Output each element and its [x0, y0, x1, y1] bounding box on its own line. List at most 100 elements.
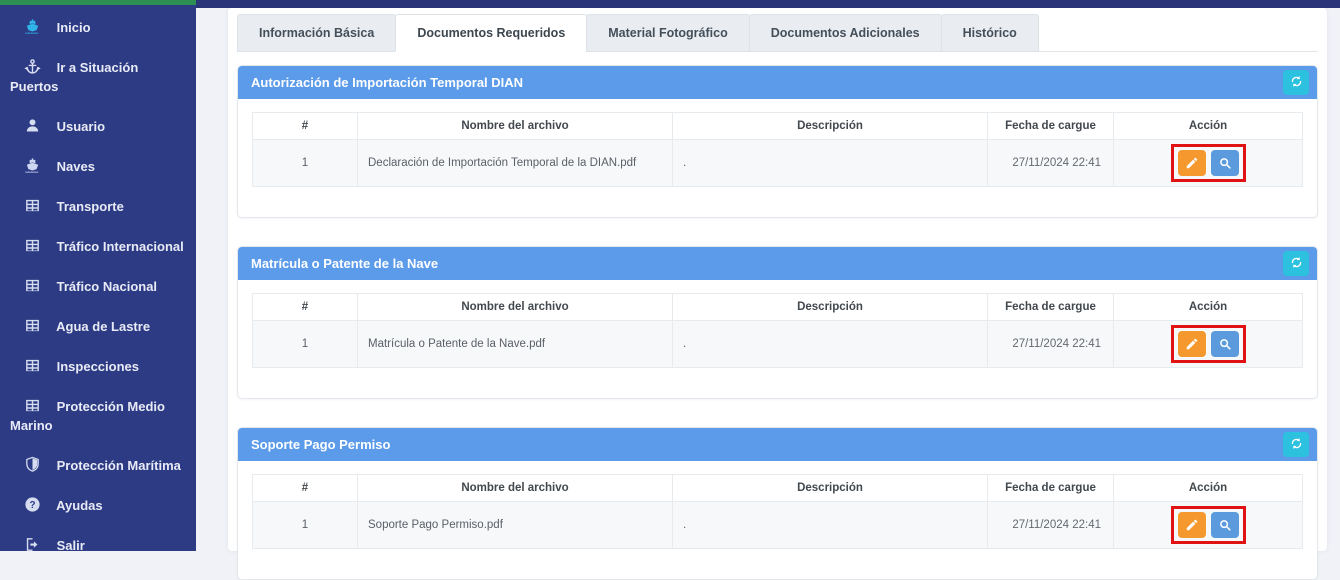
sidebar: Inicio Ir a Situación Puertos Usuario Na…	[0, 5, 196, 551]
tab-documentos-adicionales[interactable]: Documentos Adicionales	[749, 14, 942, 52]
column-header: Fecha de cargue	[988, 294, 1114, 321]
panel-title: Soporte Pago Permiso	[251, 437, 1283, 452]
action-cell	[1114, 140, 1303, 187]
exit-icon	[24, 536, 41, 551]
documents-table: #Nombre del archivoDescripciónFecha de c…	[252, 112, 1303, 187]
panel-body: #Nombre del archivoDescripciónFecha de c…	[238, 280, 1317, 398]
column-header: Descripción	[673, 475, 988, 502]
content-card: Información Básica Documentos Requeridos…	[228, 8, 1327, 551]
description-cell: .	[673, 502, 988, 549]
search-icon	[1218, 337, 1232, 351]
sidebar-item-trafico-internacional[interactable]: Tráfico Internacional	[0, 227, 196, 267]
sidebar-item-trafico-nacional[interactable]: Tráfico Nacional	[0, 267, 196, 307]
sidebar-item-transporte[interactable]: Transporte	[0, 187, 196, 227]
table-icon	[24, 397, 41, 414]
edit-button[interactable]	[1178, 331, 1206, 357]
sidebar-item-inicio[interactable]: Inicio	[0, 8, 196, 48]
sidebar-item-salir[interactable]: Salir	[0, 526, 196, 551]
file-name-cell: Declaración de Importación Temporal de l…	[358, 140, 673, 187]
table-icon	[24, 197, 41, 214]
panel-autorizacion-de-importacion-temporal-dian: Autorización de Importación Temporal DIA…	[237, 65, 1318, 218]
column-header: Nombre del archivo	[358, 475, 673, 502]
panel-soporte-pago-permiso: Soporte Pago Permiso #Nombre del archivo…	[237, 427, 1318, 580]
sidebar-item-label: Inspecciones	[57, 359, 139, 374]
refresh-icon	[1289, 255, 1304, 273]
action-cell	[1114, 502, 1303, 549]
column-header: #	[253, 294, 358, 321]
shield-icon	[24, 456, 41, 473]
tab-documentos-requeridos[interactable]: Documentos Requeridos	[395, 14, 587, 52]
sidebar-item-label: Agua de Lastre	[56, 319, 150, 334]
column-header: #	[253, 475, 358, 502]
edit-button[interactable]	[1178, 150, 1206, 176]
question-icon: ?	[24, 496, 41, 513]
column-header: Descripción	[673, 294, 988, 321]
sidebar-item-label: Transporte	[57, 199, 124, 214]
pencil-icon	[1185, 518, 1199, 532]
column-header: Fecha de cargue	[988, 113, 1114, 140]
column-header: Fecha de cargue	[988, 475, 1114, 502]
pencil-icon	[1185, 337, 1199, 351]
ship-icon	[24, 18, 41, 35]
sidebar-item-proteccion-medio-marino[interactable]: Protección Medio Marino	[0, 387, 196, 446]
topbar-green-strip	[0, 0, 196, 5]
anchor-icon	[24, 58, 41, 75]
file-name-cell: Soporte Pago Permiso.pdf	[358, 502, 673, 549]
action-cell	[1114, 321, 1303, 368]
sidebar-item-inspecciones[interactable]: Inspecciones	[0, 347, 196, 387]
panel-body: #Nombre del archivoDescripciónFecha de c…	[238, 99, 1317, 217]
view-button[interactable]	[1211, 331, 1239, 357]
sidebar-item-label: Inicio	[57, 20, 91, 35]
description-cell: .	[673, 140, 988, 187]
row-number-cell: 1	[253, 321, 358, 368]
sidebar-item-proteccion-maritima[interactable]: Protección Marítima	[0, 446, 196, 486]
tab-historico[interactable]: Histórico	[941, 14, 1039, 52]
red-highlight-box	[1171, 325, 1246, 363]
view-button[interactable]	[1211, 512, 1239, 538]
table-row: 1 Soporte Pago Permiso.pdf . 27/11/2024 …	[253, 502, 1303, 549]
refresh-button[interactable]	[1283, 70, 1309, 95]
panel-title: Matrícula o Patente de la Nave	[251, 256, 1283, 271]
column-header: Nombre del archivo	[358, 294, 673, 321]
refresh-button[interactable]	[1283, 251, 1309, 276]
sidebar-item-usuario[interactable]: Usuario	[0, 107, 196, 147]
sidebar-menu: Inicio Ir a Situación Puertos Usuario Na…	[0, 5, 196, 551]
panel-matricula-o-patente-de-la-nave: Matrícula o Patente de la Nave #Nombre d…	[237, 246, 1318, 399]
sidebar-item-label: Tráfico Nacional	[57, 279, 157, 294]
sidebar-item-label: Protección Marítima	[57, 458, 181, 473]
topbar-navy-strip	[196, 0, 1340, 8]
sidebar-item-agua-de-lastre[interactable]: Agua de Lastre	[0, 307, 196, 347]
table-icon	[24, 237, 41, 254]
edit-button[interactable]	[1178, 512, 1206, 538]
tab-material-fotografico[interactable]: Material Fotográfico	[586, 14, 749, 52]
refresh-icon	[1289, 436, 1304, 454]
red-highlight-box	[1171, 144, 1246, 182]
column-header: Acción	[1114, 113, 1303, 140]
upload-date-cell: 27/11/2024 22:41	[988, 321, 1114, 368]
row-number-cell: 1	[253, 502, 358, 549]
user-icon	[24, 117, 41, 134]
refresh-button[interactable]	[1283, 432, 1309, 457]
sidebar-item-label: Naves	[57, 159, 95, 174]
panels-container: Autorización de Importación Temporal DIA…	[237, 52, 1318, 580]
sidebar-item-ir-a-situacion-puertos[interactable]: Ir a Situación Puertos	[0, 48, 196, 107]
panel-header: Soporte Pago Permiso	[238, 428, 1317, 461]
sidebar-item-label: Tráfico Internacional	[57, 239, 184, 254]
sidebar-item-label: Salir	[57, 538, 85, 551]
search-icon	[1218, 156, 1232, 170]
svg-text:?: ?	[29, 500, 35, 511]
column-header: Acción	[1114, 294, 1303, 321]
table-icon	[24, 357, 41, 374]
table-header-row: #Nombre del archivoDescripciónFecha de c…	[253, 113, 1303, 140]
table-row: 1 Declaración de Importación Temporal de…	[253, 140, 1303, 187]
table-header-row: #Nombre del archivoDescripciónFecha de c…	[253, 475, 1303, 502]
tab-informacion-basica[interactable]: Información Básica	[237, 14, 396, 52]
table-row: 1 Matrícula o Patente de la Nave.pdf . 2…	[253, 321, 1303, 368]
sidebar-item-naves[interactable]: Naves	[0, 147, 196, 187]
documents-table: #Nombre del archivoDescripciónFecha de c…	[252, 293, 1303, 368]
upload-date-cell: 27/11/2024 22:41	[988, 502, 1114, 549]
file-name-cell: Matrícula o Patente de la Nave.pdf	[358, 321, 673, 368]
sidebar-item-ayudas[interactable]: ? Ayudas	[0, 486, 196, 526]
pencil-icon	[1185, 156, 1199, 170]
view-button[interactable]	[1211, 150, 1239, 176]
